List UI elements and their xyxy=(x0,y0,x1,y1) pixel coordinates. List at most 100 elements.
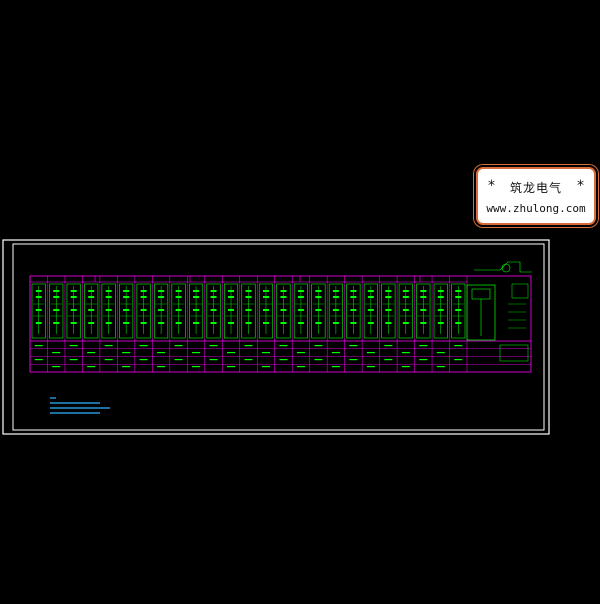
table-value-mark xyxy=(52,366,61,368)
device-symbol xyxy=(262,322,269,324)
device-symbol xyxy=(210,290,217,292)
table-value-mark xyxy=(122,366,131,368)
device-symbol xyxy=(315,309,322,311)
device-symbol xyxy=(193,322,200,324)
table-value-mark xyxy=(279,345,288,347)
device-symbol xyxy=(332,322,339,324)
title-block-symbol xyxy=(511,283,529,299)
device-symbol xyxy=(210,296,217,298)
table-value-mark xyxy=(139,359,148,361)
table-value-mark xyxy=(314,345,323,347)
device-symbol xyxy=(280,322,287,324)
device-symbol xyxy=(315,296,322,298)
incoming-breaker-symbol xyxy=(471,288,491,300)
table-value-mark xyxy=(314,359,323,361)
table-value-mark xyxy=(454,345,463,347)
device-symbol xyxy=(53,322,60,324)
device-symbol xyxy=(385,322,392,324)
device-symbol xyxy=(385,290,392,292)
table-value-mark xyxy=(244,359,253,361)
switchgear-single-line-diagram xyxy=(2,239,550,435)
device-symbol xyxy=(262,296,269,298)
device-symbol xyxy=(262,309,269,311)
device-symbol xyxy=(123,296,130,298)
device-symbol xyxy=(402,296,409,298)
device-symbol xyxy=(350,322,357,324)
device-symbol xyxy=(245,290,252,292)
transformer-symbol xyxy=(501,263,511,273)
device-symbol xyxy=(175,322,182,324)
legend-box xyxy=(499,344,529,362)
table-value-mark xyxy=(384,345,393,347)
device-symbol xyxy=(175,290,182,292)
device-symbol xyxy=(385,309,392,311)
device-symbol xyxy=(53,309,60,311)
device-symbol xyxy=(332,309,339,311)
device-symbol xyxy=(367,322,374,324)
device-symbol xyxy=(175,296,182,298)
device-symbol xyxy=(280,309,287,311)
device-symbol xyxy=(228,290,235,292)
device-symbol xyxy=(105,322,112,324)
device-symbol xyxy=(88,309,95,311)
device-symbol xyxy=(35,309,42,311)
device-symbol xyxy=(420,296,427,298)
device-symbol xyxy=(228,296,235,298)
table-value-mark xyxy=(296,352,305,354)
device-symbol xyxy=(245,296,252,298)
table-value-mark xyxy=(69,345,78,347)
device-symbol xyxy=(420,290,427,292)
table-value-mark xyxy=(349,345,358,347)
table-value-mark xyxy=(87,352,96,354)
device-symbol xyxy=(70,296,77,298)
device-symbol xyxy=(367,296,374,298)
device-symbol xyxy=(35,296,42,298)
device-symbol xyxy=(437,290,444,292)
zhulong-watermark-logo: * 筑龙电气 * www.zhulong.com xyxy=(476,167,596,225)
table-value-mark xyxy=(209,359,218,361)
device-symbol xyxy=(262,290,269,292)
device-symbol xyxy=(193,290,200,292)
table-value-mark xyxy=(209,345,218,347)
device-symbol xyxy=(228,322,235,324)
device-symbol xyxy=(297,296,304,298)
table-value-mark xyxy=(227,366,236,368)
device-symbol xyxy=(105,296,112,298)
device-symbol xyxy=(245,322,252,324)
table-value-mark xyxy=(122,352,131,354)
table-value-mark xyxy=(174,359,183,361)
drawing-notes xyxy=(50,397,110,414)
device-symbol xyxy=(140,290,147,292)
table-value-mark xyxy=(419,345,428,347)
device-symbol xyxy=(455,296,462,298)
table-value-mark xyxy=(384,359,393,361)
table-value-mark xyxy=(104,359,113,361)
device-symbol xyxy=(350,296,357,298)
device-symbol xyxy=(123,290,130,292)
device-symbol xyxy=(53,290,60,292)
device-symbol xyxy=(437,309,444,311)
table-value-mark xyxy=(104,345,113,347)
device-symbol xyxy=(158,290,165,292)
device-symbol xyxy=(402,309,409,311)
device-symbol xyxy=(70,290,77,292)
circuit-schematic-marks xyxy=(31,261,532,368)
table-value-mark xyxy=(192,366,201,368)
device-symbol xyxy=(455,309,462,311)
device-symbol xyxy=(88,290,95,292)
table-value-mark xyxy=(349,359,358,361)
table-value-mark xyxy=(454,359,463,361)
device-symbol xyxy=(35,322,42,324)
device-symbol xyxy=(140,309,147,311)
table-value-mark xyxy=(366,366,375,368)
device-symbol xyxy=(402,290,409,292)
device-symbol xyxy=(88,296,95,298)
device-symbol xyxy=(297,309,304,311)
watermark-star-right: * xyxy=(577,178,584,194)
table-value-mark xyxy=(366,352,375,354)
device-symbol xyxy=(35,290,42,292)
table-value-mark xyxy=(436,352,445,354)
table-value-mark xyxy=(174,345,183,347)
device-symbol xyxy=(158,322,165,324)
device-symbol xyxy=(315,322,322,324)
